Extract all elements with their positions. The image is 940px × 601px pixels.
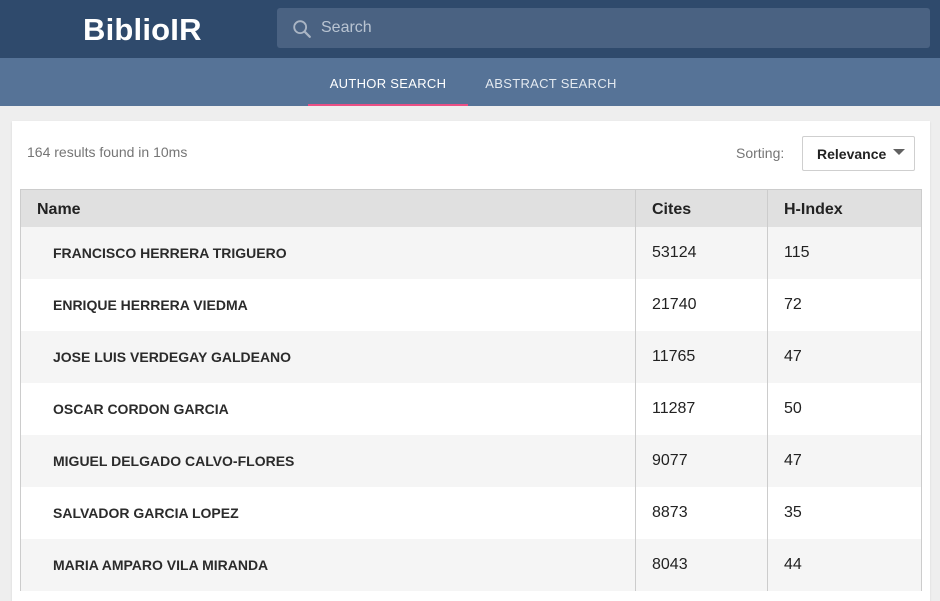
author-h-index: 50 — [784, 400, 802, 417]
results-summary: 164 results found in 10ms — [27, 144, 188, 160]
tab-author-search[interactable]: AUTHOR SEARCH — [308, 58, 468, 106]
table-header-row: Name Cites H-Index — [21, 190, 921, 227]
author-cites: 53124 — [636, 227, 768, 279]
sorting-select[interactable]: Relevance — [802, 136, 915, 171]
app-logo[interactable]: BiblioIR — [83, 12, 202, 48]
author-h-index: 44 — [784, 556, 802, 573]
author-name[interactable]: SALVADOR GARCIA LOPEZ — [21, 487, 636, 539]
authors-table: Name Cites H-Index FRANCISCO HERRERA TRI… — [20, 189, 922, 591]
author-cites: 9077 — [636, 435, 768, 487]
author-cites: 21740 — [636, 279, 768, 331]
table-row[interactable]: FRANCISCO HERRERA TRIGUERO 53124 115 — [21, 227, 921, 279]
author-h-index: 47 — [784, 348, 802, 365]
author-cites: 8043 — [636, 539, 768, 591]
column-header-h-index[interactable]: H-Index — [768, 190, 921, 227]
table-row[interactable]: JOSE LUIS VERDEGAY GALDEANO 11765 47 — [21, 331, 921, 383]
table-row[interactable]: MIGUEL DELGADO CALVO-FLORES 9077 47 — [21, 435, 921, 487]
top-app-bar: BiblioIR — [0, 0, 940, 58]
author-name[interactable]: OSCAR CORDON GARCIA — [21, 383, 636, 435]
tab-abstract-search[interactable]: ABSTRACT SEARCH — [471, 58, 631, 106]
column-header-name[interactable]: Name — [21, 190, 636, 227]
search-input[interactable] — [321, 8, 921, 48]
author-cites: 11765 — [636, 331, 768, 383]
table-row[interactable]: MARIA AMPARO VILA MIRANDA 8043 44 — [21, 539, 921, 591]
author-h-index: 115 — [784, 244, 810, 261]
table-row[interactable]: OSCAR CORDON GARCIA 11287 50 — [21, 383, 921, 435]
chevron-down-icon — [893, 149, 905, 155]
author-name[interactable]: FRANCISCO HERRERA TRIGUERO — [21, 227, 636, 279]
author-h-index: 72 — [784, 296, 802, 313]
author-h-index: 47 — [784, 452, 802, 469]
search-box[interactable] — [277, 8, 930, 48]
author-name[interactable]: JOSE LUIS VERDEGAY GALDEANO — [21, 331, 636, 383]
table-row[interactable]: ENRIQUE HERRERA VIEDMA 21740 72 — [21, 279, 921, 331]
author-cites: 8873 — [636, 487, 768, 539]
author-cites: 11287 — [636, 383, 768, 435]
sorting-value: Relevance — [817, 146, 887, 162]
author-name[interactable]: MIGUEL DELGADO CALVO-FLORES — [21, 435, 636, 487]
tab-bar: AUTHOR SEARCH ABSTRACT SEARCH — [0, 58, 940, 106]
author-h-index: 35 — [784, 504, 802, 521]
search-icon — [293, 20, 311, 38]
author-name[interactable]: MARIA AMPARO VILA MIRANDA — [21, 539, 636, 591]
results-card: 164 results found in 10ms Sorting: Relev… — [12, 121, 930, 601]
column-header-cites[interactable]: Cites — [636, 190, 768, 227]
table-row[interactable]: SALVADOR GARCIA LOPEZ 8873 35 — [21, 487, 921, 539]
author-name[interactable]: ENRIQUE HERRERA VIEDMA — [21, 279, 636, 331]
sorting-label: Sorting: — [736, 145, 785, 161]
